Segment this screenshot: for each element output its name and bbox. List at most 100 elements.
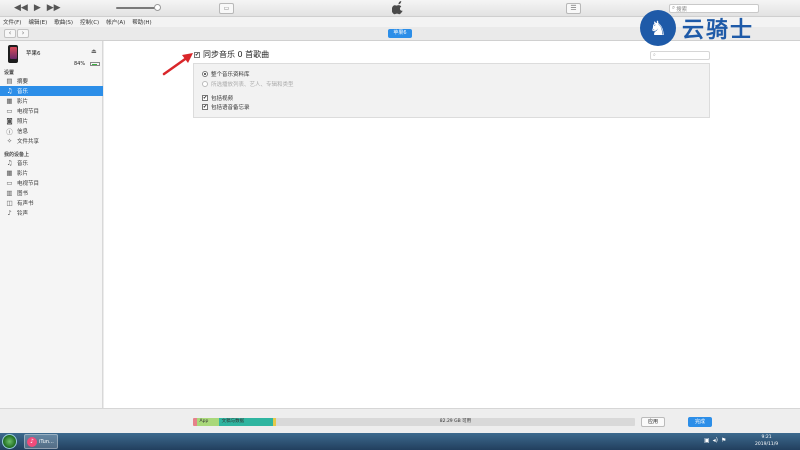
capacity-segment: 文稿与数据: [218, 418, 273, 426]
capacity-segment: 82.29 GB 可用: [275, 418, 635, 426]
battery-percent: 84%: [74, 61, 86, 67]
sidebar-item-device-books[interactable]: ▥ 图书: [0, 188, 103, 198]
annotation-arrow-icon: [162, 53, 193, 76]
taskbar-itunes[interactable]: ♪ iTun...: [24, 434, 58, 449]
sidebar-item-label: 影片: [17, 99, 29, 105]
play-icon[interactable]: ▶: [34, 3, 41, 13]
menu-controls[interactable]: 控制(C): [80, 18, 99, 26]
next-icon[interactable]: ▶▶: [47, 3, 61, 13]
music-icon: ♫: [6, 159, 13, 167]
sidebar-item-info[interactable]: ⓘ 信息: [0, 126, 103, 136]
sidebar-item-device-tv[interactable]: ▭ 电视节目: [0, 178, 103, 188]
sidebar-item-label: 照片: [17, 119, 29, 125]
entire-library-option[interactable]: 整个音乐资料库: [202, 70, 250, 78]
battery-icon: [90, 62, 100, 66]
ondevice-section-title: 我的设备上: [4, 152, 30, 158]
sidebar: 苹果6 ⏏ 84% 设置 ▤ 摘要 ♫ 音乐 ▦ 影片 ▭ 电视节目 ◙ 照片 …: [0, 41, 103, 408]
sidebar-item-device-tones[interactable]: ♪ 铃声: [0, 208, 103, 218]
transport-controls: ◀◀ ▶ ▶▶: [14, 3, 61, 13]
clock-date: 2019/11/9: [755, 442, 779, 447]
audiobook-icon: ◫: [6, 199, 13, 207]
sidebar-item-label: 音乐: [17, 89, 29, 95]
sidebar-item-file-sharing[interactable]: ✧ 文件共享: [0, 136, 103, 146]
summary-icon: ▤: [6, 77, 13, 85]
selected-radio[interactable]: [202, 81, 208, 87]
entire-library-radio[interactable]: [202, 71, 208, 77]
sidebar-item-label: 电视节目: [17, 109, 40, 115]
include-voice-memos-checkbox[interactable]: ✔: [202, 104, 208, 110]
sidebar-item-label: 图书: [17, 191, 29, 197]
apply-button[interactable]: 应用: [641, 417, 665, 427]
forward-button[interactable]: ›: [17, 29, 29, 38]
start-button[interactable]: [2, 434, 17, 449]
book-icon: ▥: [6, 189, 13, 197]
taskbar-app-label: iTun...: [39, 438, 54, 445]
nav-arrows: ‹ ›: [4, 29, 29, 38]
menu-account[interactable]: 帐户(A): [106, 18, 125, 26]
done-button[interactable]: 完成: [688, 417, 712, 427]
selected-option[interactable]: 所选播放列表、艺人、专辑和类型: [202, 80, 294, 88]
settings-section-title: 设置: [4, 70, 15, 76]
info-icon: ⓘ: [6, 128, 13, 136]
volume-knob[interactable]: [154, 4, 161, 11]
watermark: ♞ 云骑士: [640, 6, 790, 50]
menu-song[interactable]: 歌曲(S): [54, 18, 73, 26]
capacity-bar: App 文稿与数据 82.29 GB 可用: [193, 418, 635, 426]
phone-icon: [8, 45, 18, 63]
music-icon: ♫: [6, 87, 13, 95]
clock-time: 9:21: [761, 435, 772, 440]
clock[interactable]: 9:21 2019/11/9: [755, 434, 778, 448]
selected-label: 所选播放列表、艺人、专辑和类型: [211, 82, 294, 88]
sidebar-item-music[interactable]: ♫ 音乐: [0, 86, 103, 96]
sync-music-label: 同步音乐 0 首歌曲: [203, 50, 270, 59]
sidebar-item-label: 文件共享: [17, 139, 40, 145]
bell-icon: ♪: [7, 209, 12, 217]
sidebar-item-device-audiobooks[interactable]: ◫ 有声书: [0, 198, 103, 208]
volume-icon[interactable]: ◂): [713, 437, 718, 444]
movie-icon: ▦: [6, 97, 13, 105]
network-icon[interactable]: ▣: [704, 437, 710, 444]
airplay-icon[interactable]: ▭: [219, 3, 234, 14]
list-view-icon[interactable]: ☰: [566, 3, 581, 14]
menu-edit[interactable]: 编辑(E): [28, 18, 47, 26]
include-videos-option[interactable]: ✔ 包括视频: [202, 94, 233, 102]
sidebar-item-label: 信息: [17, 129, 29, 135]
movie-icon: ▦: [6, 169, 13, 177]
itunes-icon: ♪: [27, 436, 37, 447]
tv-icon: ▭: [6, 179, 13, 187]
device-info[interactable]: 苹果6 ⏏ 84%: [6, 45, 100, 69]
knight-logo-icon: ♞: [640, 10, 676, 46]
capacity-bar-area: App 文稿与数据 82.29 GB 可用 应用 完成: [0, 408, 800, 433]
music-search-input[interactable]: ⌕: [650, 51, 710, 60]
taskbar: ♪ iTun... ▣ ◂) ⚑ 9:21 2019/11/9: [0, 433, 800, 450]
sidebar-item-label: 铃声: [17, 211, 29, 217]
device-button[interactable]: 苹果6: [388, 29, 412, 38]
sidebar-item-label: 摘要: [17, 79, 29, 85]
sidebar-item-summary[interactable]: ▤ 摘要: [0, 76, 103, 86]
include-voice-memos-label: 包括语音备忘录: [211, 105, 250, 111]
flag-icon[interactable]: ⚑: [721, 437, 726, 444]
sidebar-item-device-music[interactable]: ♫ 音乐: [0, 158, 103, 168]
system-tray: ▣ ◂) ⚑: [704, 437, 726, 444]
include-videos-checkbox[interactable]: ✔: [202, 95, 208, 101]
back-button[interactable]: ‹: [4, 29, 16, 38]
tv-icon: ▭: [6, 107, 13, 115]
sidebar-item-label: 电视节目: [17, 181, 40, 187]
sidebar-item-photos[interactable]: ◙ 照片: [0, 116, 103, 126]
main-content: ✔ 同步音乐 0 首歌曲 ⌕ 整个音乐资料库 所选播放列表、艺人、专辑和类型 ✔…: [104, 41, 800, 408]
eject-icon[interactable]: ⏏: [91, 48, 97, 55]
include-voice-memos-option[interactable]: ✔ 包括语音备忘录: [202, 103, 250, 111]
previous-icon[interactable]: ◀◀: [14, 3, 28, 13]
device-name: 苹果6: [26, 51, 41, 57]
include-videos-label: 包括视频: [211, 96, 234, 102]
sidebar-item-tv[interactable]: ▭ 电视节目: [0, 106, 103, 116]
camera-icon: ◙: [6, 117, 13, 125]
menu-file[interactable]: 文件(F): [3, 18, 21, 26]
watermark-text: 云骑士: [682, 18, 755, 43]
sidebar-item-movies[interactable]: ▦ 影片: [0, 96, 103, 106]
sync-options-panel: 整个音乐资料库 所选播放列表、艺人、专辑和类型 ✔ 包括视频 ✔ 包括语音备忘录: [193, 63, 710, 118]
sidebar-item-device-movies[interactable]: ▦ 影片: [0, 168, 103, 178]
menu-help[interactable]: 帮助(H): [132, 18, 151, 26]
volume-slider[interactable]: [116, 7, 158, 9]
sync-music-row[interactable]: ✔ 同步音乐 0 首歌曲: [194, 49, 269, 60]
